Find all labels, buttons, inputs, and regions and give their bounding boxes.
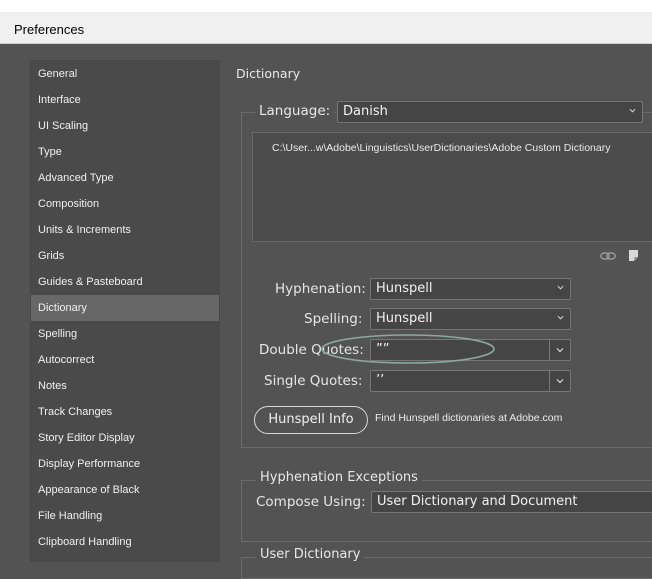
hyphenation-label: Hyphenation: — [275, 281, 366, 297]
sidebar-item-autocorrect[interactable]: Autocorrect — [31, 347, 219, 373]
language-select[interactable]: Danish — [337, 101, 643, 123]
spelling-label: Spelling: — [304, 311, 363, 327]
spelling-value: Hunspell — [376, 311, 433, 326]
single-quotes-dropdown-button[interactable] — [549, 371, 570, 391]
chevron-down-icon — [557, 285, 564, 290]
sidebar-item-track-changes[interactable]: Track Changes — [31, 399, 219, 425]
sidebar-item-appearance-of-black[interactable]: Appearance of Black — [31, 477, 219, 503]
dictionary-path-item[interactable]: C:\User...w\Adobe\Linguistics\UserDictio… — [272, 142, 610, 154]
double-quotes-dropdown-button[interactable] — [549, 340, 570, 360]
sidebar-item-clipboard-handling[interactable]: Clipboard Handling — [31, 529, 219, 555]
sidebar-item-story-editor-display[interactable]: Story Editor Display — [31, 425, 219, 451]
chevron-down-icon — [556, 379, 564, 384]
hyphenation-exceptions-title: Hyphenation Exceptions — [256, 470, 422, 485]
language-value: Danish — [343, 104, 388, 119]
new-dictionary-icon[interactable] — [628, 249, 640, 263]
sidebar-item-display-performance[interactable]: Display Performance — [31, 451, 219, 477]
single-quotes-label: Single Quotes: — [264, 373, 363, 389]
sidebar-item-ui-scaling[interactable]: UI Scaling — [31, 113, 219, 139]
compose-using-value: User Dictionary and Document — [377, 494, 578, 509]
chain-link-icon[interactable] — [600, 250, 616, 262]
sidebar-item-composition[interactable]: Composition — [31, 191, 219, 217]
single-quotes-combo[interactable]: ’’ — [370, 370, 571, 392]
chevron-down-icon — [629, 108, 636, 113]
language-label: Language: — [255, 103, 335, 119]
sidebar-item-grids[interactable]: Grids — [31, 243, 219, 269]
sidebar-item-dictionary[interactable]: Dictionary — [31, 295, 219, 321]
hyphenation-select[interactable]: Hunspell — [370, 278, 571, 300]
sidebar-item-general[interactable]: General — [31, 61, 219, 87]
sidebar-item-guides-pasteboard[interactable]: Guides & Pasteboard — [31, 269, 219, 295]
sidebar-item-file-handling[interactable]: File Handling — [31, 503, 219, 529]
page-title: Dictionary — [236, 66, 301, 81]
annotation-ellipse — [321, 334, 495, 364]
sidebar-item-spelling[interactable]: Spelling — [31, 321, 219, 347]
sidebar-item-advanced-type[interactable]: Advanced Type — [31, 165, 219, 191]
chevron-down-icon — [556, 348, 564, 353]
window-titlebar: Preferences — [0, 0, 652, 44]
titlebar-top-strip — [0, 0, 652, 12]
sidebar-item-type[interactable]: Type — [31, 139, 219, 165]
sidebar-item-interface[interactable]: Interface — [31, 87, 219, 113]
hyphenation-value: Hunspell — [376, 281, 433, 296]
compose-using-label: Compose Using: — [256, 494, 366, 510]
compose-using-select[interactable]: User Dictionary and Document — [371, 491, 652, 513]
hunspell-info-button[interactable]: Hunspell Info — [254, 406, 368, 434]
window-title: Preferences — [14, 22, 85, 37]
chevron-down-icon — [557, 315, 564, 320]
spelling-select[interactable]: Hunspell — [370, 308, 571, 330]
preferences-sidebar: General Interface UI Scaling Type Advanc… — [30, 60, 220, 562]
sidebar-item-units-increments[interactable]: Units & Increments — [31, 217, 219, 243]
hunspell-hint-text: Find Hunspell dictionaries at Adobe.com — [375, 412, 563, 424]
sidebar-item-notes[interactable]: Notes — [31, 373, 219, 399]
single-quotes-value: ’’ — [376, 373, 385, 388]
